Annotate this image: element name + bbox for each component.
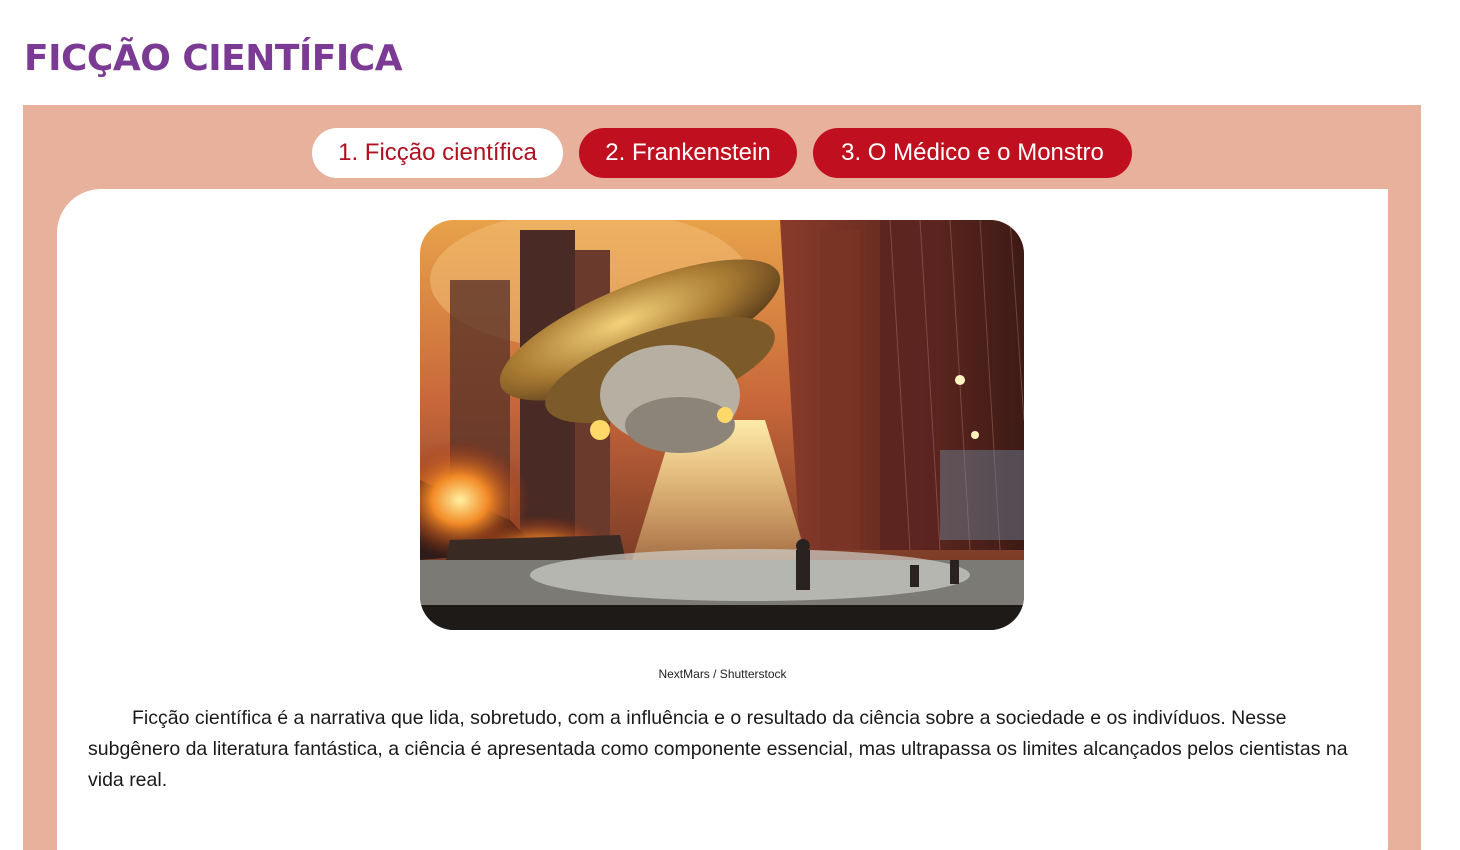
tab-frankenstein[interactable]: 2. Frankenstein — [579, 128, 797, 178]
tab-ficcao-cientifica[interactable]: 1. Ficção científica — [312, 128, 563, 178]
content-panel: NextMars / Shutterstock Ficção científic… — [57, 189, 1388, 850]
page: FICÇÃO CIENTÍFICA 1. Ficção científica 2… — [0, 0, 1460, 850]
page-title: FICÇÃO CIENTÍFICA — [24, 38, 403, 79]
sci-fi-illustration — [420, 220, 1024, 630]
tab-bar: 1. Ficção científica 2. Frankenstein 3. … — [23, 128, 1421, 178]
tab-o-medico-e-o-monstro[interactable]: 3. O Médico e o Monstro — [813, 128, 1132, 178]
article-paragraph: Ficção científica é a narrativa que lida… — [88, 707, 1348, 791]
image-credit: NextMars / Shutterstock — [658, 667, 787, 681]
content-frame: 1. Ficção científica 2. Frankenstein 3. … — [23, 105, 1421, 850]
